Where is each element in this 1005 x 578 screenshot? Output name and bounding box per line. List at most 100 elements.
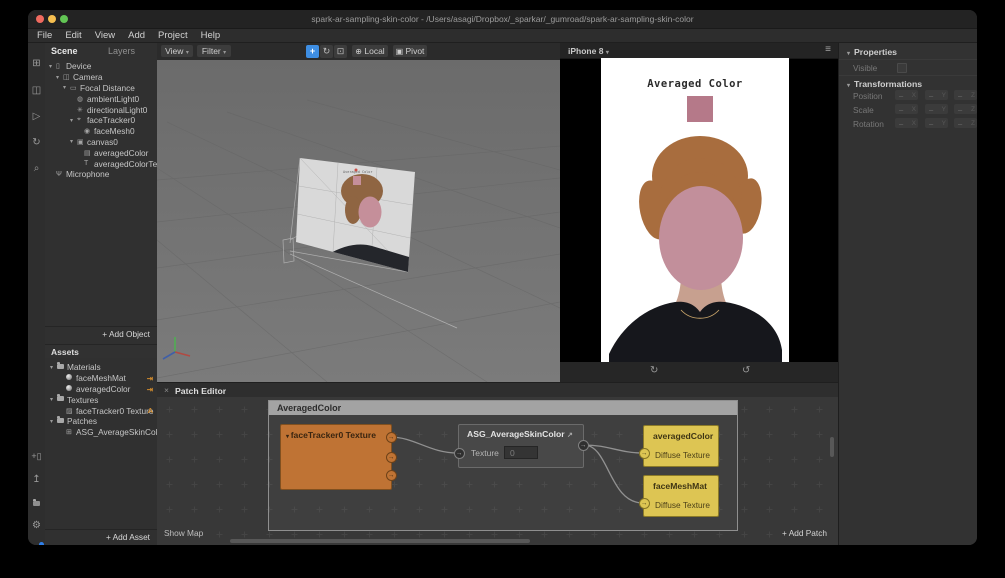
hamburger-menu-icon[interactable]: ≡ xyxy=(825,44,831,55)
asset-item-averagedcolor[interactable]: averagedColor ⇥ xyxy=(45,384,157,395)
menu-file[interactable]: File xyxy=(37,30,52,41)
asset-folder-textures[interactable]: ▾ Textures xyxy=(45,394,157,405)
add-object-button[interactable]: + Add Object xyxy=(45,326,157,340)
position-z-field[interactable]: – Z xyxy=(954,90,977,100)
position-y-field[interactable]: – Y xyxy=(925,90,948,100)
restart-simulator-icon[interactable]: ↻ xyxy=(650,365,658,376)
patch-asset-icon: ⊞ xyxy=(66,429,72,437)
properties-panel: ▾ Properties Visible ▾ Transformations Pos… xyxy=(838,43,977,545)
expander-icon[interactable]: ▾ xyxy=(63,84,70,91)
material-sphere-icon xyxy=(66,384,76,393)
filter-dropdown[interactable]: Filter ▾ xyxy=(197,45,231,57)
restart-icon[interactable]: ↻ xyxy=(28,137,45,149)
patch-editor-canvas[interactable]: AveragedColor ▾ faceTracker0 Texture → →… xyxy=(157,397,838,545)
chevron-down-icon: ▾ xyxy=(185,50,189,56)
share-export-icon[interactable]: ↥ xyxy=(28,474,45,486)
expander-icon[interactable]: ▾ xyxy=(70,117,77,124)
device-dropdown[interactable]: iPhone 8 ▾ xyxy=(568,46,609,56)
expander-icon[interactable]: ▾ xyxy=(50,418,57,425)
menu-view[interactable]: View xyxy=(95,30,115,41)
transformations-section-header[interactable]: ▾ Transformations xyxy=(847,79,922,89)
patch-node-facemeshmat-material[interactable]: faceMeshMat Diffuse Texture → xyxy=(638,475,719,517)
chevron-down-icon: ▾ xyxy=(223,50,227,56)
patch-editor-tab[interactable]: Patch Editor xyxy=(175,386,226,396)
texture-input-value[interactable]: 0 xyxy=(504,446,538,459)
camera-view-icon[interactable]: ◫ xyxy=(28,85,45,97)
scene-item-canvas[interactable]: ▾ ▣ canvas0 xyxy=(45,137,157,148)
properties-section-header[interactable]: ▾ Properties xyxy=(847,47,897,57)
scene-item-camera[interactable]: ▾ ◫ Camera xyxy=(45,72,157,83)
output-port-rgba-icon[interactable]: → xyxy=(385,432,397,443)
scene-panel-tabs: Scene Layers xyxy=(45,43,157,58)
scene-item-microphone[interactable]: Ψ Microphone xyxy=(45,169,157,180)
expand-patch-icon[interactable]: ↗ xyxy=(567,432,573,439)
menu-edit[interactable]: Edit xyxy=(65,30,81,41)
input-port-icon[interactable]: → xyxy=(453,448,465,459)
local-toggle-button[interactable]: ⊕ Local xyxy=(352,45,388,57)
scale-x-field[interactable]: – X xyxy=(895,104,918,114)
scale-y-field[interactable]: – Y xyxy=(925,104,948,114)
scene-item-averagedcolor[interactable]: ▤ averagedColor xyxy=(45,147,157,158)
scene-item-focal-distance[interactable]: ▾ ▭ Focal Distance xyxy=(45,83,157,94)
scene-item-facemesh[interactable]: ◉ faceMesh0 xyxy=(45,126,157,137)
scale-tool-icon[interactable]: ⊡ xyxy=(334,45,347,58)
test-on-device-icon[interactable]: ⚙ xyxy=(28,520,45,532)
expander-icon[interactable]: ▾ xyxy=(50,396,57,403)
layout-panes-icon[interactable]: ⊞ xyxy=(28,58,45,70)
help-progress-icon[interactable]: ◔ xyxy=(28,542,45,545)
patch-group-title[interactable]: AveragedColor xyxy=(269,401,737,415)
asset-folder-materials[interactable]: ▾ Materials xyxy=(45,361,157,373)
asset-item-facemeshmat[interactable]: faceMeshMat ⇥ xyxy=(45,373,157,384)
tab-scene[interactable]: Scene xyxy=(51,46,78,56)
scene-item-averagedcolortext[interactable]: TaveragedColorText xyxy=(45,158,164,169)
input-port-icon[interactable]: → xyxy=(638,498,650,509)
scene-item-facetracker[interactable]: ▾ ⌖ faceTracker0 xyxy=(45,115,157,126)
expander-icon[interactable]: ▾ xyxy=(49,63,56,70)
asset-item-asg-averageskincolor[interactable]: ⊞ ASG_AverageSkinColor xyxy=(45,427,165,438)
pivot-toggle-button[interactable]: ▣ Pivot xyxy=(393,45,427,57)
move-tool-icon[interactable]: + xyxy=(306,45,319,58)
tab-layers[interactable]: Layers xyxy=(108,46,135,56)
output-port-icon[interactable]: → xyxy=(385,470,397,481)
menu-project[interactable]: Project xyxy=(158,30,188,41)
patch-node-averagedcolor-material[interactable]: averagedColor Diffuse Texture → xyxy=(638,425,719,467)
rotation-x-field[interactable]: – X xyxy=(895,118,918,128)
patch-node-facetracker-texture[interactable]: ▾ faceTracker0 Texture → → → xyxy=(280,424,397,490)
rotation-y-field[interactable]: – Y xyxy=(925,118,948,128)
asset-folder-patches[interactable]: ▾ Patches xyxy=(45,415,157,427)
show-map-button[interactable]: Show Map xyxy=(164,528,203,538)
menu-help[interactable]: Help xyxy=(201,30,221,41)
expander-icon[interactable]: ▾ xyxy=(70,138,77,145)
scene-item-directionallight[interactable]: ✳ directionalLight0 xyxy=(45,104,157,115)
viewport-3d-canvas[interactable]: Averaged Color xyxy=(157,60,560,382)
patch-node-asg-averageskincolor[interactable]: ASG_AverageSkinColor ↗ Texture 0 → → xyxy=(453,424,589,468)
rotate-tool-icon[interactable]: ↻ xyxy=(320,45,333,58)
add-device-icon[interactable]: +▯ xyxy=(28,450,45,462)
vertical-scrollbar[interactable] xyxy=(830,437,834,457)
close-icon[interactable]: × xyxy=(164,385,169,395)
expander-icon[interactable]: ▾ xyxy=(56,74,63,81)
play-icon[interactable]: ▷ xyxy=(28,111,45,123)
publish-folder-icon[interactable] xyxy=(28,498,45,510)
microphone-icon: Ψ xyxy=(56,170,62,178)
assets-tree: ▾ Materials faceMeshMat ⇥ averagedColor ⇥ ▾… xyxy=(45,361,165,438)
position-x-field[interactable]: – X xyxy=(895,90,918,100)
scene-item-ambientlight[interactable]: ◍ ambientLight0 xyxy=(45,93,157,104)
expander-icon[interactable]: ▾ xyxy=(50,364,57,371)
zoom-search-icon[interactable]: ⌕ xyxy=(28,163,45,175)
output-port-icon[interactable]: → xyxy=(385,452,397,463)
scene-item-device[interactable]: ▾ ▯ Device xyxy=(45,61,157,72)
add-patch-button[interactable]: + Add Patch xyxy=(782,528,827,538)
horizontal-scrollbar[interactable] xyxy=(230,539,530,543)
rotation-z-field[interactable]: – Z xyxy=(954,118,977,128)
texture-input-label: Texture xyxy=(471,448,499,458)
rotate-device-icon[interactable]: ↺ xyxy=(742,365,750,376)
scale-z-field[interactable]: – Z xyxy=(954,104,977,114)
visible-checkbox[interactable] xyxy=(897,63,907,73)
view-dropdown[interactable]: View ▾ xyxy=(161,45,193,57)
input-port-icon[interactable]: → xyxy=(638,448,650,459)
asset-item-facetracker-texture[interactable]: ▨ faceTracker0 Texture A xyxy=(45,405,157,416)
add-asset-button[interactable]: + Add Asset xyxy=(45,529,157,543)
output-port-icon[interactable]: → xyxy=(577,440,589,451)
menu-add[interactable]: Add xyxy=(128,30,145,41)
